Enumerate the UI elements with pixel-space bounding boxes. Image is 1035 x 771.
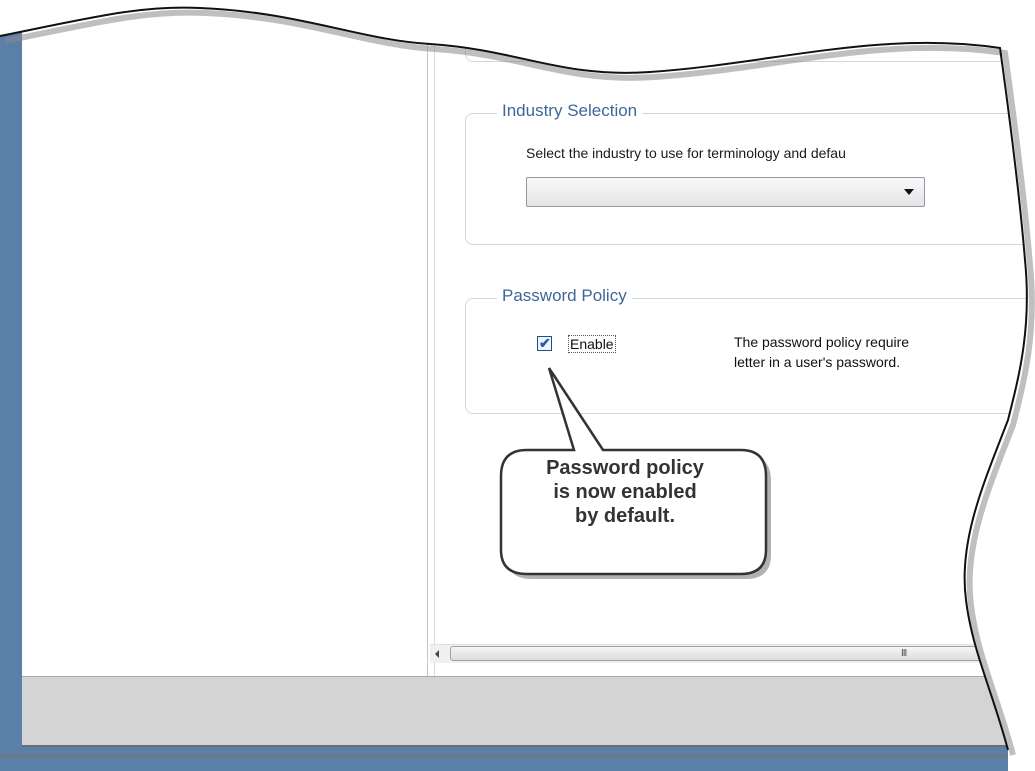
- callout-line-3: by default.: [574, 505, 675, 527]
- screenshot: Industry Selection Select the industry t…: [0, 0, 1035, 771]
- callout-line-1: Password policy: [546, 457, 704, 479]
- password-policy-description-line2: letter in a user's password.: [734, 354, 901, 370]
- password-policy-description-line1: The password policy require: [734, 334, 910, 350]
- industry-selection-title: Industry Selection: [497, 101, 642, 121]
- checkmark-icon: ✔: [539, 335, 551, 351]
- scroll-left-button[interactable]: [430, 645, 447, 663]
- callout-text: Password policy is now enabled by defaul…: [512, 456, 738, 528]
- chevron-down-icon: [904, 189, 914, 195]
- industry-selection-description: Select the industry to use for terminolo…: [526, 145, 846, 161]
- arrow-left-icon: [435, 650, 439, 658]
- enable-checkbox[interactable]: ✔: [537, 336, 552, 351]
- previous-groupbox: [465, 0, 1035, 62]
- application-window: Industry Selection Select the industry t…: [0, 0, 1035, 771]
- callout-line-2: is now enabled: [553, 481, 697, 503]
- horizontal-scrollbar[interactable]: III: [430, 644, 1035, 663]
- industry-dropdown[interactable]: [526, 177, 925, 207]
- scrollbar-grip: III: [901, 648, 907, 659]
- window-content: Industry Selection Select the industry t…: [22, 0, 1035, 744]
- enable-checkbox-label[interactable]: Enable: [568, 335, 616, 353]
- scrollbar-thumb[interactable]: III: [450, 646, 1005, 661]
- status-bar: [22, 676, 1035, 747]
- pane-divider[interactable]: [434, 0, 435, 676]
- password-policy-title: Password Policy: [497, 286, 632, 306]
- navigation-pane: [22, 0, 428, 676]
